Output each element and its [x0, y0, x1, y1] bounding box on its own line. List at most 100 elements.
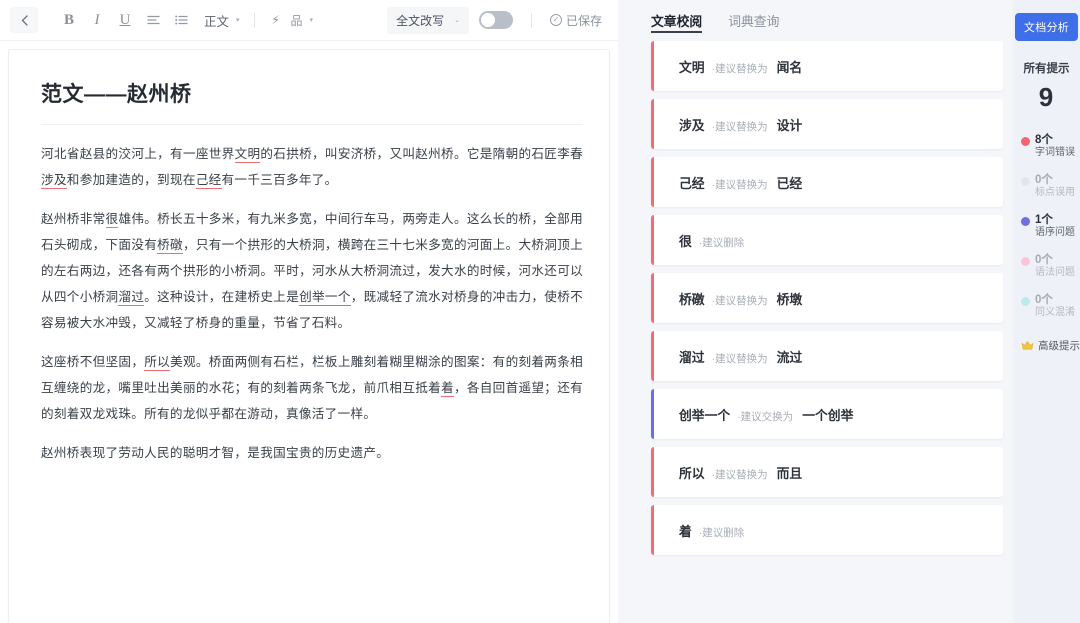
document-card[interactable]: 范文——赵州桥 河北省赵县的洨河上，有一座世界文明的石拱桥，叫安济桥，又叫赵州桥… — [8, 49, 610, 623]
suggestion-source-text: 涉及 — [679, 115, 705, 134]
editor-column: B I U — [0, 0, 618, 623]
rewrite-toggle[interactable] — [479, 11, 513, 29]
suggestion-card[interactable]: 桥礅 ·建议替换为桥墩 — [651, 273, 1003, 323]
text-run: 赵州桥非常 — [41, 212, 106, 226]
italic-button[interactable]: I — [84, 8, 110, 32]
stat-label: 标点误用 — [1035, 187, 1075, 200]
suggestion-card[interactable]: 己经·建议替换为已经 — [651, 157, 1003, 207]
text-run: 。这种设计，在建桥史上是 — [144, 290, 299, 304]
format-menu[interactable]: 品 ▾ — [291, 12, 314, 29]
text-run: 这座桥不但坚固， — [41, 355, 144, 369]
document-analysis-button[interactable]: 文档分析 — [1015, 13, 1078, 41]
text-run: 和参加建造的，到现在 — [67, 173, 196, 187]
stat-text: 0个标点误用 — [1035, 173, 1075, 200]
suggestion-source-text: 桥礅 — [679, 289, 705, 308]
issue-stat-item[interactable]: 0个同义混淆 — [1021, 293, 1080, 320]
chevron-down-icon: ⌄ — [454, 16, 460, 24]
lightning-icon[interactable]: ⚡ — [263, 8, 289, 32]
suggestion-target-text: 桥墩 — [777, 289, 803, 308]
suggestion-target-text: 闻名 — [777, 57, 803, 76]
suggestion-card[interactable]: 涉及 ·建议替换为设计 — [651, 99, 1003, 149]
underline-button[interactable]: U — [112, 8, 138, 32]
suggestion-action-label: ·建议删除 — [699, 235, 745, 250]
stat-label: 语序问题 — [1035, 227, 1075, 240]
issue-stat-item[interactable]: 1个语序问题 — [1021, 213, 1080, 240]
stat-count: 0个 — [1035, 173, 1075, 187]
text-run: 的石拱桥，叫安济桥，又叫赵州桥。它是隋朝的石匠李春 — [260, 147, 583, 161]
tab-dictionary[interactable]: 词典查询 — [728, 0, 779, 41]
rewrite-select[interactable]: 全文改写 ⌄ — [387, 7, 469, 34]
all-hints-label: 所有提示 — [1024, 60, 1070, 76]
error-span[interactable]: 桥礅 — [157, 238, 183, 254]
suggestion-body: 溜过·建议替换为流过 — [651, 347, 802, 366]
suggestion-card[interactable]: 所以 ·建议替换为而且 — [651, 447, 1003, 497]
document-scroll-area[interactable]: 范文——赵州桥 河北省赵县的洨河上，有一座世界文明的石拱桥，叫安济桥，又叫赵州桥… — [0, 41, 618, 623]
suggestion-target-text: 而且 — [777, 463, 803, 482]
suggestion-target-text: 设计 — [777, 115, 803, 134]
suggestion-accent-bar — [651, 41, 654, 91]
align-left-icon[interactable] — [140, 8, 166, 32]
error-span[interactable]: 着 — [441, 381, 454, 397]
error-span[interactable]: 溜过 — [118, 290, 144, 306]
suggestion-target-text: 一个创举 — [802, 405, 853, 424]
suggestion-accent-bar — [651, 215, 654, 265]
document-paragraph: 这座桥不但坚固，所以美观。桥面两侧有石栏，栏板上雕刻着糊里糊涂的图案：有的刻着两… — [41, 349, 583, 427]
save-status: ✓ 已保存 — [550, 12, 602, 29]
issue-stat-item[interactable]: 0个语法问题 — [1021, 253, 1080, 280]
word-order-span[interactable]: 创举一个 — [299, 290, 351, 306]
suggestion-tabs: 文章校阅词典查询 — [618, 0, 1013, 41]
suggestion-action-label: ·建议替换为 — [712, 293, 768, 308]
toggle-knob — [481, 13, 495, 27]
paragraph-style-value: 正文 — [204, 11, 229, 30]
bold-button[interactable]: B — [56, 8, 82, 32]
suggestion-source-text: 所以 — [679, 463, 705, 482]
suggestion-accent-bar — [651, 389, 654, 439]
stat-dot-icon — [1021, 257, 1030, 266]
text-run: 有一千三百多年了。 — [222, 173, 338, 187]
suggestion-body: 桥礅 ·建议替换为桥墩 — [651, 289, 802, 308]
suggestion-action-label: ·建议替换为 — [712, 61, 768, 76]
suggestion-accent-bar — [651, 157, 654, 207]
document-title: 范文——赵州桥 — [41, 78, 583, 125]
stat-text: 0个语法问题 — [1035, 253, 1075, 280]
document-body[interactable]: 河北省赵县的洨河上，有一座世界文明的石拱桥，叫安济桥，又叫赵州桥。它是隋朝的石匠… — [41, 141, 583, 466]
stat-count: 8个 — [1035, 133, 1075, 147]
error-span[interactable]: 涉及 — [41, 173, 67, 189]
issue-stat-item[interactable]: 8个字词错误 — [1021, 133, 1080, 160]
error-span[interactable]: 文明 — [235, 147, 261, 163]
editor-toolbar: B I U — [0, 0, 618, 41]
suggestion-card[interactable]: 创举一个·建议交换为一个创举 — [651, 389, 1003, 439]
stat-dot-icon — [1021, 217, 1030, 226]
suggestion-action-label: ·建议替换为 — [712, 467, 768, 482]
suggestion-accent-bar — [651, 505, 654, 555]
suggestion-accent-bar — [651, 331, 654, 381]
tab-proofread[interactable]: 文章校阅 — [651, 0, 702, 41]
suggestion-body: 着·建议删除 — [651, 521, 744, 540]
premium-hints-button[interactable]: 高级提示 — [1013, 338, 1080, 353]
suggestions-column: 文章校阅词典查询 文明·建议替换为闻名涉及·建议替换为设计己经·建议替换为已经很… — [618, 0, 1013, 623]
issue-stat-item[interactable]: 0个标点误用 — [1021, 173, 1080, 200]
bullet-list-icon[interactable] — [168, 8, 194, 32]
suggestion-card[interactable]: 很 ·建议删除 — [651, 215, 1003, 265]
suggestion-card[interactable]: 着·建议删除 — [651, 505, 1003, 555]
suggestion-card[interactable]: 溜过·建议替换为流过 — [651, 331, 1003, 381]
back-button[interactable] — [10, 7, 38, 33]
suggestion-target-text: 流过 — [777, 347, 803, 366]
stat-text: 8个字词错误 — [1035, 133, 1075, 160]
suggestion-source-text: 文明 — [679, 57, 705, 76]
error-span[interactable]: 所以 — [144, 355, 170, 371]
crown-icon — [1021, 340, 1034, 351]
stat-label: 语法问题 — [1035, 267, 1075, 280]
stat-dot-icon — [1021, 297, 1030, 306]
error-span[interactable]: 己经 — [196, 173, 222, 189]
paragraph-style-select[interactable]: 正文 ▾ — [204, 11, 240, 30]
suggestion-source-text: 己经 — [679, 173, 705, 192]
error-span[interactable]: 很 — [106, 212, 119, 228]
all-hints-count: 9 — [1039, 82, 1054, 113]
issue-stats-list: 8个字词错误0个标点误用1个语序问题0个语法问题0个同义混淆 — [1013, 133, 1080, 332]
suggestion-source-text: 很 — [679, 231, 692, 250]
suggestion-action-label: ·建议替换为 — [712, 119, 768, 134]
stat-count: 1个 — [1035, 213, 1075, 227]
document-paragraph: 河北省赵县的洨河上，有一座世界文明的石拱桥，叫安济桥，又叫赵州桥。它是隋朝的石匠… — [41, 141, 583, 193]
suggestion-card[interactable]: 文明 ·建议替换为闻名 — [651, 41, 1003, 91]
